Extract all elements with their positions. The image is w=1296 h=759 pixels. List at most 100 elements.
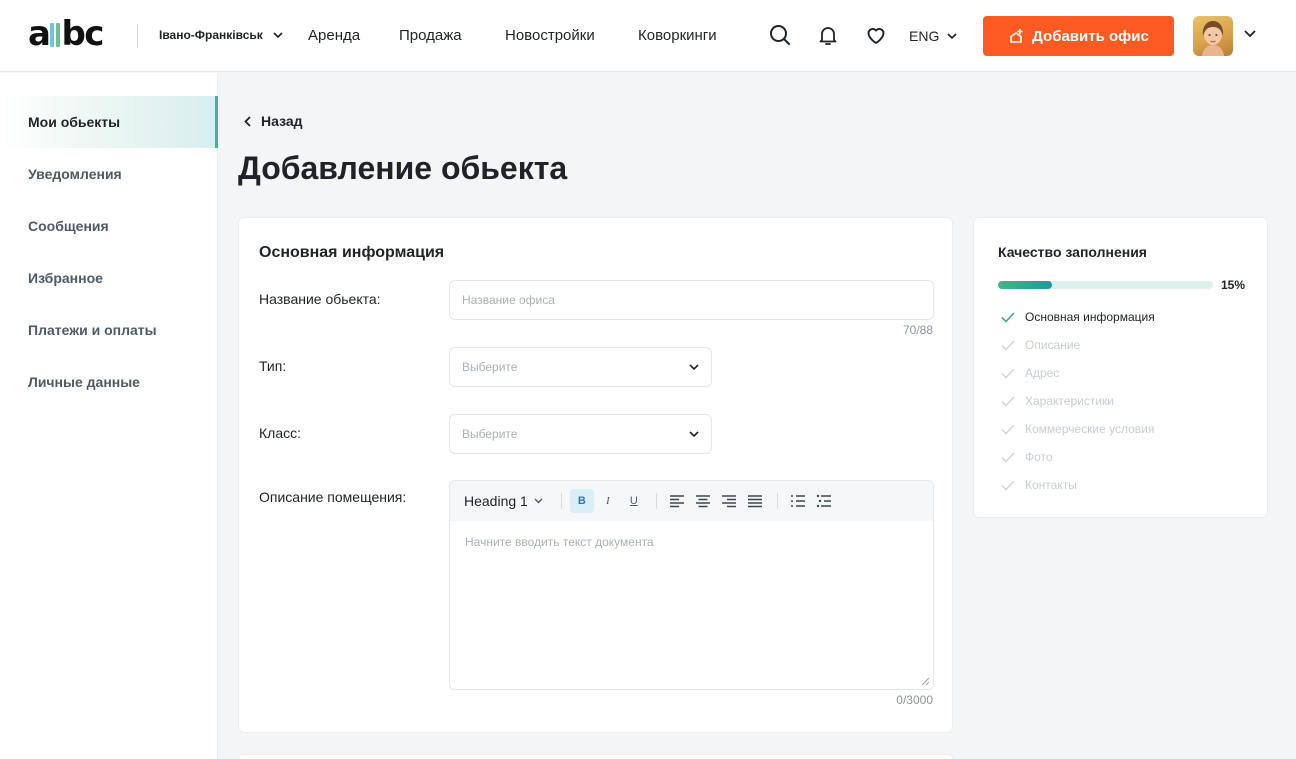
quality-item-label: Основная информация [1025, 310, 1155, 324]
check-icon [1001, 339, 1015, 351]
heading-select-value: Heading 1 [464, 493, 528, 509]
bold-button[interactable]: B [569, 489, 594, 513]
heading-select[interactable]: Heading 1 [464, 493, 543, 509]
sidebar-item-label: Платежи и оплаты [28, 322, 157, 338]
page-title: Добавление обьекта [238, 150, 568, 186]
sidebar-item-label: Мои обьекты [28, 114, 121, 130]
search-icon[interactable] [767, 22, 793, 48]
logo-bar-green [56, 23, 61, 47]
quality-item-label: Описание [1025, 338, 1081, 352]
back-link[interactable]: Назад [244, 113, 303, 129]
chevron-down-icon [689, 364, 699, 370]
allbc-logo[interactable]: a bc [28, 14, 104, 54]
quality-item-basic-info: Основная информация [1001, 310, 1155, 324]
sidebar-item-label: Сообщения [28, 218, 109, 234]
editor-toolbar: Heading 1 B I U [450, 481, 933, 521]
chevron-down-icon[interactable] [1244, 30, 1256, 38]
object-name-input[interactable]: Название офиса [449, 280, 934, 320]
language-label: ENG [909, 28, 940, 44]
description-editor: Heading 1 B I U Начните вводить текст до… [449, 480, 934, 690]
logo-letter-a: a [28, 14, 51, 54]
type-select-value: Выберите [462, 360, 518, 374]
check-icon [1001, 423, 1015, 435]
align-left-icon[interactable] [665, 489, 689, 513]
sidebar-item-label: Избранное [28, 270, 103, 286]
sidebar-item-personal-data[interactable]: Личные данные [0, 356, 218, 408]
add-office-button[interactable]: Добавить офис [983, 16, 1174, 56]
add-office-label: Добавить офис [1032, 27, 1149, 45]
chevron-down-icon [273, 32, 283, 38]
chevron-left-icon [244, 115, 251, 127]
check-icon [1001, 311, 1015, 323]
heart-icon[interactable] [863, 22, 889, 48]
sidebar-item-notifications[interactable]: Уведомления [0, 148, 218, 200]
sidebar-item-messages[interactable]: Сообщения [0, 200, 218, 252]
numbered-list-icon[interactable] [786, 489, 810, 513]
chevron-down-icon [689, 431, 699, 437]
quality-item-contacts: Контакты [1001, 478, 1077, 492]
quality-item-label: Характеристики [1025, 394, 1114, 408]
check-icon [1001, 479, 1015, 491]
editor-text-area[interactable]: Начните вводить текст документа [450, 521, 933, 563]
editor-placeholder: Начните вводить текст документа [465, 535, 654, 549]
chevron-down-icon [947, 33, 957, 39]
description-label: Описание помещения: [259, 489, 407, 505]
check-icon [1001, 367, 1015, 379]
class-label: Класс: [259, 425, 301, 441]
quality-percent: 15% [1221, 278, 1246, 292]
quality-item-label: Контакты [1025, 478, 1077, 492]
avatar-portrait [1202, 21, 1224, 56]
description-counter: 0/3000 [896, 693, 933, 707]
toolbar-divider [655, 493, 657, 509]
city-selector[interactable]: Івано-Франківськ [159, 28, 283, 42]
logo-letters-bc: bc [61, 14, 104, 54]
sidebar-item-favorites[interactable]: Избранное [0, 252, 218, 304]
sidebar-item-my-objects[interactable]: Мои обьекты [0, 96, 218, 148]
section-title: Основная информация [259, 244, 445, 261]
fill-quality-card: Качество заполнения 15% Основная информа… [973, 217, 1268, 518]
quality-item-address: Адрес [1001, 366, 1059, 380]
quality-item-label: Фото [1025, 450, 1053, 464]
resize-handle-icon[interactable] [921, 677, 930, 686]
user-avatar[interactable] [1193, 16, 1233, 56]
align-center-icon[interactable] [691, 489, 715, 513]
class-select[interactable]: Выберите [449, 414, 712, 454]
nav-new-buildings[interactable]: Новостройки [505, 27, 595, 44]
header-divider [137, 24, 138, 48]
quality-item-label: Адрес [1025, 366, 1060, 380]
nav-coworkings[interactable]: Коворкинги [638, 27, 717, 44]
class-select-value: Выберите [462, 427, 518, 441]
sidebar-item-label: Уведомления [28, 166, 122, 182]
align-justify-icon[interactable] [743, 489, 767, 513]
sidebar: Мои обьекты Уведомления Сообщения Избран… [0, 73, 218, 759]
language-selector[interactable]: ENG [909, 28, 957, 44]
top-header: a bc Івано-Франківськ Аренда Продажа Ново… [0, 0, 1296, 72]
quality-item-label: Коммерческие условия [1025, 422, 1155, 436]
quality-item-photo: Фото [1001, 450, 1053, 464]
back-label: Назад [261, 113, 303, 129]
quality-item-description: Описание [1001, 338, 1080, 352]
quality-item-commercial-terms: Коммерческие условия [1001, 422, 1154, 436]
nav-rent[interactable]: Аренда [308, 27, 360, 44]
italic-button[interactable]: I [596, 489, 620, 513]
add-office-icon [1010, 29, 1023, 43]
align-right-icon[interactable] [717, 489, 741, 513]
type-label: Тип: [259, 358, 287, 374]
logo-bar-blue [50, 23, 55, 47]
object-name-placeholder: Название офиса [462, 293, 555, 307]
object-name-counter: 70/88 [902, 323, 933, 337]
basic-info-card: Основная информация Название обьекта: На… [238, 217, 953, 733]
quality-title: Качество заполнения [998, 244, 1147, 260]
underline-button[interactable]: U [622, 489, 646, 513]
sidebar-item-label: Личные данные [28, 374, 140, 390]
toolbar-divider [776, 493, 778, 509]
type-select[interactable]: Выберите [449, 347, 712, 387]
check-icon [1001, 451, 1015, 463]
object-name-label: Название обьекта: [259, 291, 381, 307]
chevron-down-icon [534, 498, 543, 504]
nav-sale[interactable]: Продажа [399, 27, 462, 44]
toolbar-divider [560, 493, 562, 509]
sidebar-item-payments[interactable]: Платежи и оплаты [0, 304, 218, 356]
bulleted-list-icon[interactable] [812, 489, 836, 513]
bell-icon[interactable] [815, 22, 841, 48]
